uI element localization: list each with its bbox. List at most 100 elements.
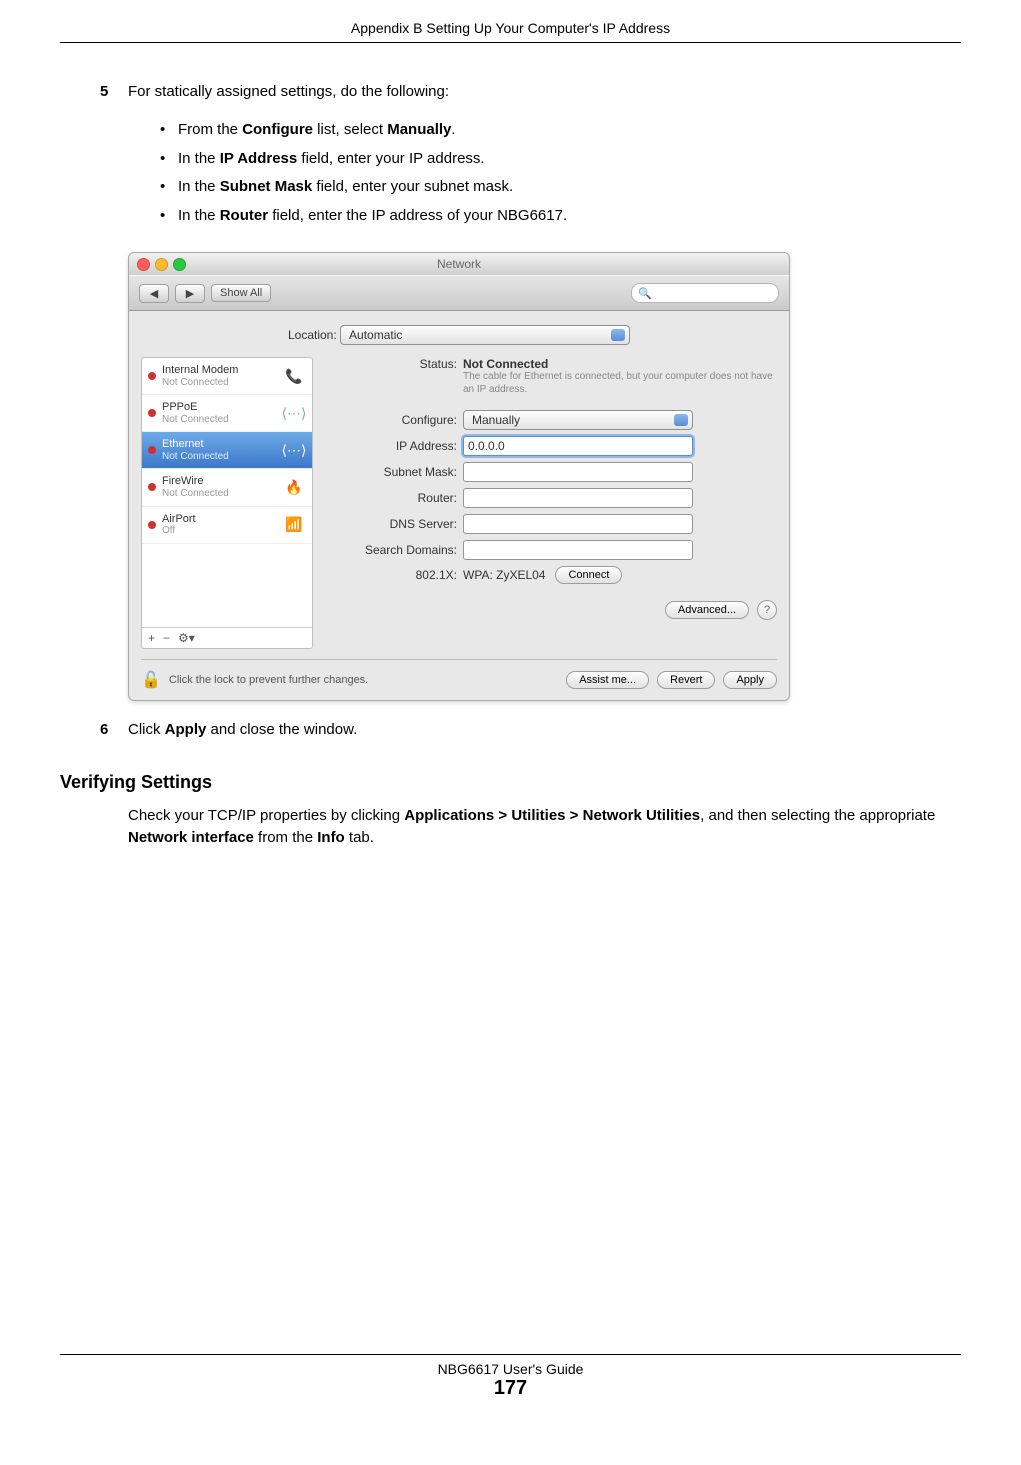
bullet-bold: Configure: [242, 121, 313, 138]
sidebar-item-sub: Not Connected: [162, 414, 229, 426]
zoom-icon[interactable]: [173, 258, 186, 271]
bullet-text: field, enter your IP address.: [297, 150, 484, 167]
subnet-mask-input[interactable]: [463, 462, 693, 482]
lock-icon[interactable]: 🔓: [141, 670, 161, 690]
network-preferences-window: Network ◀ ▶ Show All 🔍 Location: Automat…: [128, 252, 790, 701]
firewire-icon: 🔥: [282, 477, 306, 497]
remove-interface-button[interactable]: −: [163, 631, 170, 645]
bullet-bold: IP Address: [220, 150, 298, 167]
step-text-part: and close the window.: [206, 721, 357, 738]
sidebar-item-airport[interactable]: AirPortOff 📶: [142, 507, 312, 544]
bullet-bold: Router: [220, 207, 268, 224]
sidebar-item-firewire[interactable]: FireWireNot Connected 🔥: [142, 469, 312, 506]
status-dot-icon: [148, 372, 156, 380]
status-description: The cable for Ethernet is connected, but…: [463, 371, 777, 396]
forward-button[interactable]: ▶: [175, 284, 205, 303]
advanced-button[interactable]: Advanced...: [665, 601, 749, 619]
bullet-text: .: [451, 121, 455, 138]
add-interface-button[interactable]: +: [148, 631, 155, 645]
configure-select[interactable]: Manually: [463, 410, 693, 430]
bullet-text: field, enter your subnet mask.: [312, 178, 513, 195]
sidebar-item-sub: Not Connected: [162, 451, 229, 463]
configure-value: Manually: [472, 413, 520, 427]
status-dot-icon: [148, 521, 156, 529]
settings-pane: Status: Not Connected The cable for Ethe…: [327, 357, 777, 649]
status-dot-icon: [148, 409, 156, 417]
sidebar-item-label: Internal Modem: [162, 364, 238, 377]
window-toolbar: ◀ ▶ Show All 🔍: [129, 275, 789, 311]
footer-guide-name: NBG6617 User's Guide: [60, 1361, 961, 1377]
bullet-text: In the: [178, 178, 220, 195]
connect-button[interactable]: Connect: [555, 566, 622, 584]
configure-label: Configure:: [327, 413, 463, 427]
search-icon: 🔍: [638, 287, 652, 300]
ethernet-icon: ⟨⋯⟩: [282, 440, 306, 460]
subnet-mask-label: Subnet Mask:: [327, 465, 463, 479]
para-bold: Info: [317, 829, 345, 846]
sidebar-item-label: Ethernet: [162, 438, 229, 451]
step-number: 6: [100, 721, 128, 738]
status-dot-icon: [148, 483, 156, 491]
ip-address-label: IP Address:: [327, 439, 463, 453]
minimize-icon[interactable]: [155, 258, 168, 271]
sidebar-item-label: PPPoE: [162, 401, 229, 414]
pppoe-icon: ⟨⋯⟩: [282, 403, 306, 423]
verify-paragraph: Check your TCP/IP properties by clicking…: [128, 805, 961, 849]
location-label: Location:: [288, 328, 337, 342]
search-domains-input[interactable]: [463, 540, 693, 560]
modem-icon: 📞: [282, 366, 306, 386]
sidebar-item-sub: Not Connected: [162, 377, 238, 389]
show-all-button[interactable]: Show All: [211, 284, 271, 302]
sidebar-item-label: FireWire: [162, 475, 229, 488]
bullet-text: From the: [178, 121, 242, 138]
dns-server-input[interactable]: [463, 514, 693, 534]
para-text: , and then selecting the appropriate: [700, 807, 935, 824]
window-titlebar: Network: [129, 253, 789, 275]
help-button[interactable]: ?: [757, 600, 777, 620]
router-input[interactable]: [463, 488, 693, 508]
status-value: Not Connected: [463, 357, 777, 371]
location-select[interactable]: Automatic: [340, 325, 630, 345]
bullet-list: •From the Configure list, select Manuall…: [160, 116, 961, 230]
page-footer: NBG6617 User's Guide 177: [60, 1354, 961, 1400]
back-button[interactable]: ◀: [139, 284, 169, 303]
step-text: For statically assigned settings, do the…: [128, 83, 449, 100]
sidebar-item-label: AirPort: [162, 513, 196, 526]
bullet-text: field, enter the IP address of your NBG6…: [268, 207, 567, 224]
sidebar-item-internal-modem[interactable]: Internal ModemNot Connected 📞: [142, 358, 312, 395]
8021x-value: WPA: ZyXEL04: [463, 568, 545, 582]
sidebar-item-sub: Not Connected: [162, 488, 229, 500]
revert-button[interactable]: Revert: [657, 671, 715, 689]
step-text-bold: Apply: [165, 721, 207, 738]
bullet-text: In the: [178, 150, 220, 167]
lock-text: Click the lock to prevent further change…: [169, 674, 368, 686]
para-text: tab.: [345, 829, 374, 846]
ip-address-input[interactable]: [463, 436, 693, 456]
bullet-text: list, select: [313, 121, 387, 138]
step-text-part: Click: [128, 721, 165, 738]
page-header: Appendix B Setting Up Your Computer's IP…: [60, 20, 961, 43]
status-label: Status:: [327, 357, 463, 371]
bullet-bold: Subnet Mask: [220, 178, 313, 195]
step-5: 5 For statically assigned settings, do t…: [100, 83, 961, 100]
sidebar-item-ethernet[interactable]: EthernetNot Connected ⟨⋯⟩: [142, 432, 312, 469]
gear-menu-button[interactable]: ⚙▾: [178, 631, 195, 645]
search-domains-label: Search Domains:: [327, 543, 463, 557]
close-icon[interactable]: [137, 258, 150, 271]
location-value: Automatic: [349, 328, 402, 342]
para-bold: Network interface: [128, 829, 254, 846]
assist-me-button[interactable]: Assist me...: [566, 671, 649, 689]
footer-page-number: 177: [60, 1377, 961, 1400]
search-input[interactable]: 🔍: [631, 283, 779, 303]
sidebar-item-pppoe[interactable]: PPPoENot Connected ⟨⋯⟩: [142, 395, 312, 432]
step-6: 6 Click Apply and close the window.: [100, 721, 961, 738]
sidebar-item-sub: Off: [162, 525, 196, 537]
section-heading: Verifying Settings: [60, 772, 961, 793]
dns-server-label: DNS Server:: [327, 517, 463, 531]
apply-button[interactable]: Apply: [723, 671, 777, 689]
status-dot-icon: [148, 446, 156, 454]
8021x-label: 802.1X:: [327, 568, 463, 582]
router-label: Router:: [327, 491, 463, 505]
airport-icon: 📶: [282, 515, 306, 535]
step-text: Click Apply and close the window.: [128, 721, 357, 738]
